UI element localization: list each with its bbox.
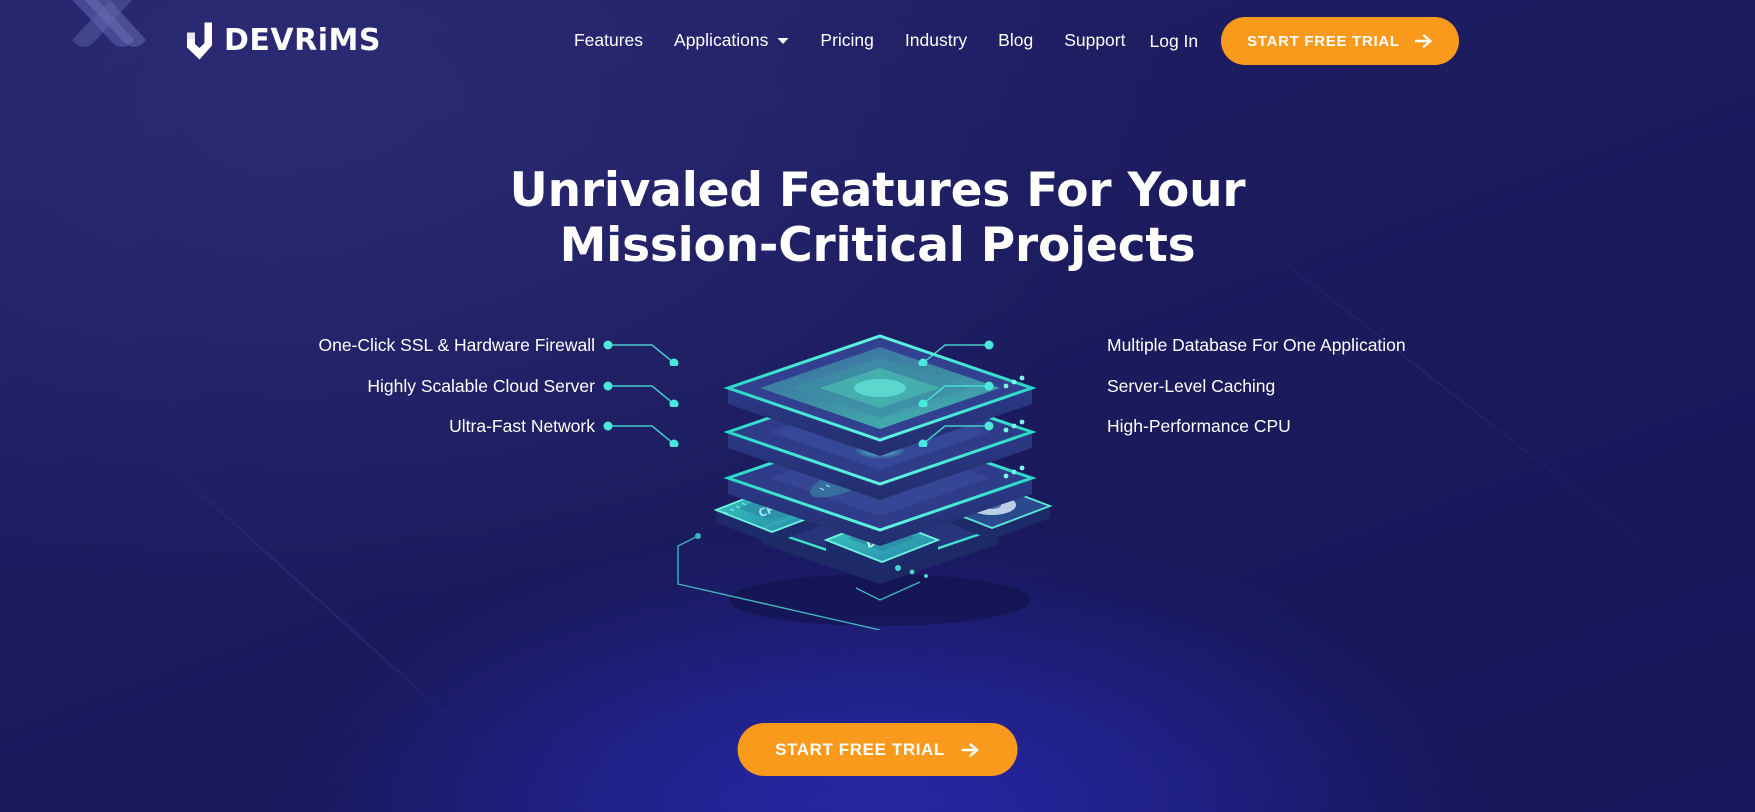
nav-label: Features: [573, 30, 644, 51]
isometric-server-stack-illustration: DISK CPU: [677, 334, 1053, 630]
nav-label: Applications: [674, 30, 769, 51]
main-navigation: Features Applications Pricing Industry B…: [574, 32, 1126, 50]
page-root: DEVRiMS Features Applications Pricing In…: [0, 0, 1755, 812]
nav-item-features[interactable]: Features: [574, 32, 643, 50]
nav-item-pricing[interactable]: Pricing: [820, 32, 874, 50]
feature-label-right-1: Multiple Database For One Application: [1107, 335, 1406, 355]
nav-label: Pricing: [820, 30, 874, 51]
title-line-2: Mission-Critical Projects: [559, 217, 1196, 273]
nav-item-blog[interactable]: Blog: [998, 32, 1033, 50]
nav-label: Blog: [998, 30, 1034, 51]
feature-label-left-1: One-Click SSL & Hardware Firewall: [318, 335, 595, 355]
start-free-trial-button-header[interactable]: START FREE TRIAL: [1221, 17, 1459, 65]
login-link[interactable]: Log In: [1149, 31, 1198, 52]
arrow-right-icon: [1414, 34, 1432, 48]
feature-label-right-2: Server-Level Caching: [1107, 376, 1276, 396]
start-free-trial-button-hero[interactable]: START FREE TRIAL: [737, 723, 1018, 776]
devrims-d-mark-icon: [187, 22, 212, 60]
cta-label: START FREE TRIAL: [1247, 32, 1400, 50]
chevron-down-icon: [777, 38, 789, 44]
brand-logo[interactable]: DEVRiMS: [184, 21, 381, 61]
background-sheen-left: [119, 420, 508, 770]
page-title: Unrivaled Features For Your Mission-Crit…: [0, 163, 1755, 273]
nav-label: Support: [1064, 30, 1126, 51]
cta-label: START FREE TRIAL: [775, 739, 945, 759]
feature-label-left-3: Ultra-Fast Network: [449, 416, 595, 436]
arrow-right-icon: [961, 742, 979, 757]
feature-label-right-3: High-Performance CPU: [1107, 416, 1291, 436]
site-header: DEVRiMS Features Applications Pricing In…: [0, 0, 1755, 82]
title-line-1: Unrivaled Features For Your: [509, 163, 1246, 218]
feature-label-left-2: Highly Scalable Cloud Server: [367, 376, 595, 396]
nav-item-support[interactable]: Support: [1064, 32, 1125, 50]
nav-item-applications[interactable]: Applications: [674, 32, 789, 50]
nav-item-industry[interactable]: Industry: [905, 32, 967, 50]
nav-label: Industry: [904, 30, 968, 51]
brand-name: DEVRiMS: [224, 23, 381, 58]
